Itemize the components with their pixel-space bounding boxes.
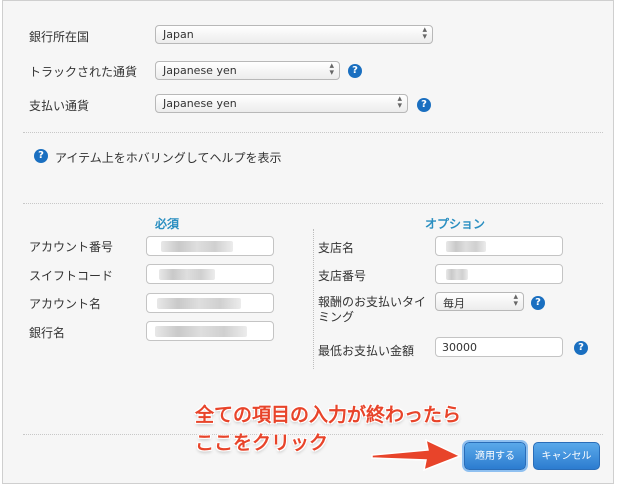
- hover-help-text: アイテム上をホバリングしてヘルプを表示: [55, 151, 282, 165]
- help-icon[interactable]: ?: [574, 341, 588, 355]
- payment-timing-label: 報酬のお支払いタイミング: [318, 295, 427, 324]
- tracked-currency-value: Japanese yen: [163, 64, 237, 77]
- branch-name-label: 支店名: [318, 241, 355, 255]
- min-amount-value: 30000: [442, 341, 477, 354]
- country-select-value: Japan: [163, 28, 194, 41]
- redacted-value: [157, 298, 241, 309]
- swift-code-label: スイフトコード: [29, 269, 114, 283]
- select-arrows-icon: ▴ ▾: [397, 94, 402, 111]
- help-icon[interactable]: ?: [531, 296, 545, 310]
- redacted-value: [155, 326, 247, 337]
- redacted-value: [446, 269, 468, 280]
- account-number-label: アカウント番号: [29, 240, 114, 254]
- apply-button[interactable]: 適用する: [462, 440, 528, 472]
- redacted-value: [159, 269, 215, 280]
- column-divider: [313, 229, 314, 369]
- payment-timing-value: 毎月: [443, 297, 465, 310]
- payment-currency-select[interactable]: Japanese yen ▴ ▾: [155, 94, 408, 113]
- min-amount-label: 最低お支払い金額: [318, 344, 415, 358]
- account-name-label: アカウント名: [29, 297, 102, 311]
- annotation-arrow-icon: [371, 438, 462, 472]
- country-select[interactable]: Japan ▴ ▾: [155, 25, 433, 44]
- swift-code-input[interactable]: [146, 264, 274, 284]
- redacted-value: [161, 241, 233, 252]
- tracked-currency-label: トラックされた通貨: [29, 65, 138, 79]
- redacted-value: [446, 241, 486, 252]
- min-amount-input[interactable]: 30000: [435, 337, 563, 357]
- branch-number-label: 支店番号: [318, 269, 367, 283]
- select-arrows-icon: ▴ ▾: [422, 25, 427, 42]
- required-title: 必須: [155, 217, 180, 231]
- bank-name-label: 銀行名: [29, 326, 66, 340]
- country-label: 銀行所在国: [29, 30, 90, 44]
- help-icon[interactable]: ?: [417, 98, 431, 112]
- select-arrows-icon: ▴ ▾: [513, 292, 518, 309]
- account-number-input[interactable]: [146, 236, 274, 256]
- select-arrows-icon: ▴ ▾: [329, 61, 334, 78]
- help-icon: ?: [34, 149, 48, 163]
- branch-number-input[interactable]: [435, 264, 563, 284]
- tracked-currency-select[interactable]: Japanese yen ▴ ▾: [155, 61, 340, 80]
- account-name-input[interactable]: [146, 293, 274, 313]
- bank-name-input[interactable]: [146, 321, 274, 341]
- payment-currency-value: Japanese yen: [163, 97, 237, 110]
- section-divider: [23, 203, 603, 204]
- optional-title: オプション: [425, 217, 486, 231]
- payment-timing-select[interactable]: 毎月 ▴ ▾: [435, 292, 524, 311]
- annotation-line-2: ここをクリック: [195, 432, 329, 454]
- cancel-button[interactable]: キャンセル: [533, 442, 600, 470]
- branch-name-input[interactable]: [435, 236, 563, 256]
- section-divider: [23, 132, 603, 133]
- payment-currency-label: 支払い通貨: [29, 99, 90, 113]
- annotation-line-1: 全ての項目の入力が終わったら: [195, 404, 462, 426]
- help-icon[interactable]: ?: [348, 64, 362, 78]
